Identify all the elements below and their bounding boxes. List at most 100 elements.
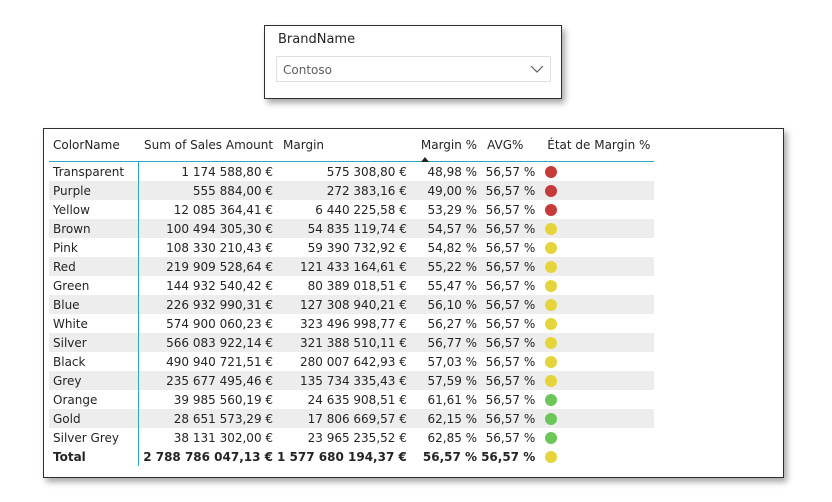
avg-cell: 56,57 % bbox=[485, 202, 536, 217]
total-row[interactable]: Total 2 788 786 047,13 €1 577 680 194,37 … bbox=[49, 447, 654, 466]
table-row[interactable]: Blue 226 932 990,31 €127 308 940,21 €56,1… bbox=[49, 295, 655, 314]
table-row[interactable]: Gold 28 651 573,29 €17 806 669,57 €62,15 … bbox=[49, 409, 655, 428]
avg-cell: 56,57 % bbox=[481, 333, 540, 352]
color-cell: Yellow bbox=[49, 200, 139, 219]
margin-pct-cell: 62,85 % bbox=[427, 430, 478, 445]
sales-cell: 226 932 990,31 € bbox=[138, 295, 278, 314]
margin-pct-header-label: Margin % bbox=[420, 138, 478, 152]
avg-cell: 56,57 % bbox=[485, 316, 536, 331]
avg-cell: 56,57 % bbox=[485, 354, 536, 369]
avg-cell: 56,57 % bbox=[481, 409, 540, 428]
color-cell: Transparent bbox=[49, 161, 139, 181]
column-header-avg[interactable]: AVG% bbox=[481, 129, 540, 162]
margin-pct-cell: 53,29 % bbox=[427, 202, 478, 217]
brand-dropdown[interactable]: Contoso bbox=[276, 56, 551, 82]
status-indicator-icon bbox=[545, 451, 558, 463]
table-row[interactable]: Grey 235 677 495,46 €135 734 335,43 €57,5… bbox=[49, 371, 655, 390]
status-cell bbox=[539, 295, 655, 314]
margin-cell: 272 383,16 € bbox=[277, 181, 411, 200]
status-indicator-icon bbox=[545, 166, 558, 178]
header-row: ColorName Sum of Sales Amount Margin Mar… bbox=[49, 129, 655, 162]
sort-ascending-icon bbox=[420, 157, 429, 162]
column-header-status[interactable]: État de Margin % bbox=[539, 129, 655, 162]
sales-cell: 108 330 210,43 € bbox=[166, 240, 274, 255]
table-row[interactable]: Brown 100 494 305,30 €54 835 119,74 €54,5… bbox=[49, 219, 655, 238]
margin-cell: 323 496 998,77 € bbox=[299, 316, 407, 331]
sales-cell: 490 940 721,51 € bbox=[166, 354, 274, 369]
margin-cell: 59 390 732,92 € bbox=[307, 240, 407, 255]
status-indicator-icon bbox=[545, 280, 558, 292]
sales-cell: 39 985 560,19 € bbox=[173, 392, 274, 407]
status-indicator-icon bbox=[545, 242, 558, 254]
color-cell: Blue bbox=[49, 295, 139, 314]
avg-cell: 56,57 % bbox=[485, 278, 536, 293]
color-cell: Green bbox=[49, 276, 139, 295]
margin-cell: 54 835 119,74 € bbox=[277, 219, 411, 238]
sales-cell: 219 909 528,64 € bbox=[138, 257, 278, 276]
table-row[interactable]: Silver Grey 38 131 302,00 € 23 965 235,52 … bbox=[49, 428, 654, 447]
status-cell bbox=[539, 333, 655, 352]
status-indicator-icon bbox=[545, 413, 558, 425]
margin-cell: 321 388 510,11 € bbox=[277, 333, 411, 352]
margin-cell: 80 389 018,51 € bbox=[307, 278, 407, 293]
status-cell bbox=[539, 162, 654, 182]
margin-pct-cell: 56,57 % bbox=[422, 449, 478, 464]
status-indicator-icon bbox=[545, 375, 558, 387]
sales-cell: 28 651 573,29 € bbox=[138, 409, 278, 428]
data-table: ColorName Sum of Sales Amount Margin Mar… bbox=[49, 129, 655, 466]
margin-cell: 1 577 680 194,37 € bbox=[277, 449, 407, 464]
table-visual: ColorName Sum of Sales Amount Margin Mar… bbox=[43, 128, 784, 478]
table-row[interactable]: Silver 566 083 922,14 €321 388 510,11 €56… bbox=[49, 333, 655, 352]
status-indicator-icon bbox=[545, 204, 558, 216]
status-indicator-icon bbox=[545, 299, 558, 311]
avg-cell: 56,57 % bbox=[481, 295, 540, 314]
sales-cell: 235 677 495,46 € bbox=[138, 371, 278, 390]
status-cell bbox=[539, 371, 655, 390]
color-cell: White bbox=[49, 314, 139, 333]
margin-pct-cell: 55,22 % bbox=[410, 257, 482, 276]
table-row[interactable]: Transparent 1 174 588,80 € 575 308,80 € 48,… bbox=[49, 161, 654, 182]
status-indicator-icon bbox=[545, 185, 558, 197]
avg-cell: 56,57 % bbox=[481, 449, 536, 464]
margin-cell: 17 806 669,57 € bbox=[277, 409, 411, 428]
table-row[interactable]: Orange 39 985 560,19 € 24 635 908,51 € 61,6… bbox=[49, 390, 654, 409]
margin-pct-cell: 61,61 % bbox=[427, 392, 478, 407]
status-indicator-icon bbox=[545, 261, 558, 273]
column-header-colorname[interactable]: ColorName bbox=[49, 129, 138, 162]
brand-slicer: BrandName Contoso bbox=[264, 25, 562, 99]
margin-cell: 6 440 225,58 € bbox=[315, 202, 407, 217]
table-row[interactable]: Black 490 940 721,51 € 280 007 642,93 € 57,… bbox=[49, 352, 654, 371]
margin-pct-cell: 56,27 % bbox=[427, 316, 478, 331]
table-row[interactable]: White 574 900 060,23 € 323 496 998,77 € 56,… bbox=[49, 314, 654, 333]
column-header-margin-pct[interactable]: Margin % bbox=[410, 129, 482, 162]
sales-cell: 144 932 540,42 € bbox=[166, 278, 274, 293]
status-cell bbox=[539, 200, 654, 219]
sales-cell: 555 884,00 € bbox=[138, 181, 278, 200]
margin-pct-cell: 54,82 % bbox=[427, 240, 478, 255]
column-header-margin[interactable]: Margin bbox=[277, 129, 411, 162]
status-indicator-icon bbox=[545, 318, 558, 330]
margin-cell: 127 308 940,21 € bbox=[277, 295, 411, 314]
sales-cell: 566 083 922,14 € bbox=[138, 333, 278, 352]
status-indicator-icon bbox=[545, 394, 558, 406]
table-row[interactable]: Purple 555 884,00 €272 383,16 €49,00 % 56,… bbox=[49, 181, 655, 200]
table-row[interactable]: Green 144 932 540,42 € 80 389 018,51 € 55,4… bbox=[49, 276, 654, 295]
avg-cell: 56,57 % bbox=[481, 371, 540, 390]
status-indicator-icon bbox=[545, 337, 558, 349]
sales-cell: 574 900 060,23 € bbox=[166, 316, 274, 331]
table-row[interactable]: Red 219 909 528,64 €121 433 164,61 €55,22… bbox=[49, 257, 655, 276]
table-row[interactable]: Yellow 12 085 364,41 € 6 440 225,58 € 53,29… bbox=[49, 200, 654, 219]
status-cell bbox=[539, 219, 655, 238]
column-header-sales[interactable]: Sum of Sales Amount bbox=[138, 129, 278, 162]
margin-pct-cell: 48,98 % bbox=[427, 164, 478, 179]
margin-cell: 575 308,80 € bbox=[326, 164, 407, 179]
status-cell bbox=[539, 314, 654, 333]
status-cell bbox=[539, 428, 654, 447]
margin-pct-cell: 62,15 % bbox=[410, 409, 482, 428]
table-row[interactable]: Pink 108 330 210,43 € 59 390 732,92 € 54,82… bbox=[49, 238, 654, 257]
margin-pct-cell: 57,03 % bbox=[427, 354, 478, 369]
color-cell: Purple bbox=[49, 181, 139, 200]
avg-cell: 56,57 % bbox=[485, 240, 536, 255]
color-cell: Grey bbox=[49, 371, 139, 390]
margin-pct-cell: 57,59 % bbox=[410, 371, 482, 390]
